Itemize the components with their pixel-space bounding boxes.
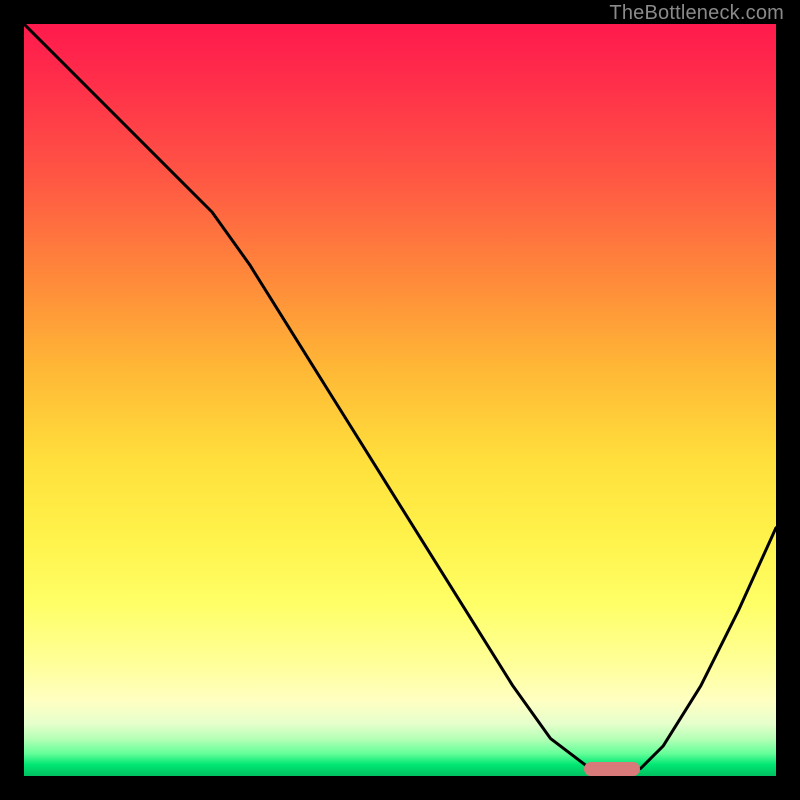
optimal-range-marker — [584, 762, 640, 776]
watermark-text: TheBottleneck.com — [609, 2, 784, 25]
plot-area — [24, 24, 776, 776]
bottleneck-curve — [24, 24, 776, 776]
chart-frame: TheBottleneck.com — [0, 0, 800, 800]
